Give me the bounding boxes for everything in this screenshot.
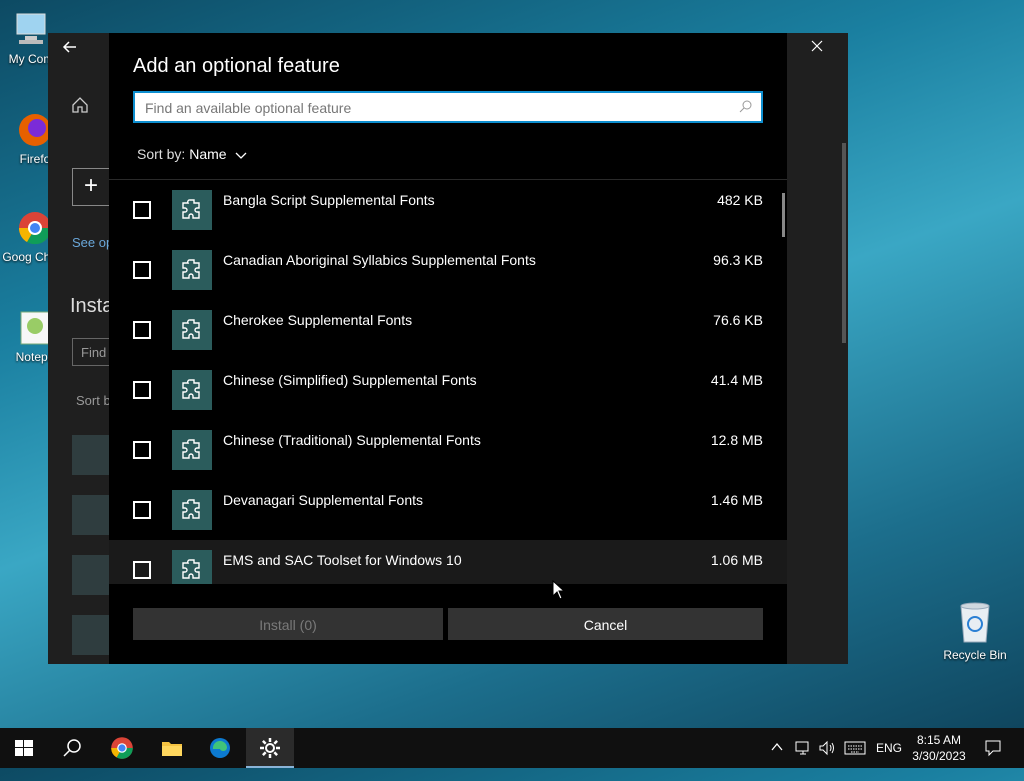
- search-icon[interactable]: [739, 99, 753, 118]
- feature-name: Devanagari Supplemental Fonts: [223, 492, 424, 508]
- feature-checkbox[interactable]: [133, 561, 151, 579]
- feature-size: 1.46 MB: [710, 492, 763, 508]
- puzzle-icon: [172, 250, 212, 290]
- puzzle-icon: [172, 430, 212, 470]
- puzzle-icon: [172, 190, 212, 230]
- taskbar-search-button[interactable]: [48, 728, 96, 768]
- feature-row[interactable]: EMS and SAC Toolset for Windows 10 1.06 …: [109, 540, 787, 584]
- puzzle-icon: [172, 310, 212, 350]
- installed-sort-label[interactable]: Sort b: [76, 393, 111, 408]
- chevron-down-icon: [235, 147, 247, 163]
- feature-row[interactable]: Canadian Aboriginal Syllabics Supplement…: [109, 240, 787, 300]
- keyboard-icon[interactable]: [844, 741, 866, 781]
- feature-row[interactable]: Chinese (Simplified) Supplemental Fonts …: [109, 360, 787, 420]
- edge-icon: [210, 738, 230, 758]
- taskbar-settings[interactable]: [246, 728, 294, 768]
- mouse-cursor-icon: [552, 579, 566, 605]
- feature-name: Canadian Aboriginal Syllabics Supplement…: [223, 252, 536, 268]
- sort-label: Sort by:: [137, 146, 186, 162]
- show-hidden-icons[interactable]: [770, 740, 784, 780]
- feature-row[interactable]: Bangla Script Supplemental Fonts 482 KB: [109, 180, 787, 240]
- recycle-bin-icon: [960, 602, 990, 643]
- home-icon[interactable]: [70, 95, 90, 120]
- gear-icon: [260, 738, 280, 758]
- start-button[interactable]: [0, 728, 48, 768]
- search-icon: [63, 739, 81, 757]
- feature-name: Chinese (Simplified) Supplemental Fonts: [223, 372, 477, 388]
- notification-icon[interactable]: [984, 739, 1002, 779]
- feature-size: 1.06 MB: [710, 552, 763, 568]
- installed-feature-icon: [72, 495, 112, 535]
- clock-time: 8:15 AM: [916, 733, 962, 747]
- feature-name: Cherokee Supplemental Fonts: [223, 312, 413, 328]
- search-box: [133, 91, 763, 123]
- computer-icon: [16, 13, 46, 44]
- dialog-title: Add an optional feature: [133, 55, 340, 77]
- desktop-icon-label: Recycle Bin: [943, 648, 1007, 662]
- chrome-icon: [111, 737, 133, 759]
- sort-dropdown[interactable]: Sort by: Name: [137, 146, 247, 163]
- feature-name: EMS and SAC Toolset for Windows 10: [223, 552, 462, 568]
- feature-name: Bangla Script Supplemental Fonts: [223, 192, 435, 208]
- puzzle-icon: [172, 370, 212, 410]
- taskbar: ENG 8:15 AM 3/30/2023: [0, 728, 1024, 768]
- language-indicator[interactable]: ENG: [876, 741, 902, 781]
- back-arrow-icon[interactable]: [62, 39, 78, 60]
- feature-size: 12.8 MB: [710, 432, 763, 448]
- desktop-icon-recycle-bin[interactable]: Recycle Bin: [940, 600, 1010, 662]
- cancel-button[interactable]: Cancel: [448, 608, 763, 640]
- windows-logo-icon: [15, 740, 33, 756]
- puzzle-icon: [172, 550, 212, 584]
- feature-size: 41.4 MB: [710, 372, 763, 388]
- feature-row[interactable]: Devanagari Supplemental Fonts 1.46 MB: [109, 480, 787, 540]
- see-optional-link[interactable]: See op: [72, 235, 113, 250]
- feature-name: Chinese (Traditional) Supplemental Fonts: [223, 432, 481, 448]
- feature-checkbox[interactable]: [133, 441, 151, 459]
- chevron-up-icon: [771, 742, 783, 751]
- feature-size: 482 KB: [717, 192, 763, 208]
- feature-size: 96.3 KB: [713, 252, 763, 268]
- feature-list: Bangla Script Supplemental Fonts 482 KB …: [109, 180, 787, 584]
- search-input[interactable]: [135, 93, 727, 123]
- taskbar-chrome[interactable]: [98, 728, 146, 768]
- network-icon[interactable]: [794, 740, 812, 780]
- feature-list-scrollbar[interactable]: [782, 193, 785, 237]
- taskbar-edge[interactable]: [196, 728, 244, 768]
- dialog-footer: Install (0) Cancel: [109, 584, 787, 664]
- installed-feature-icon: [72, 435, 112, 475]
- installed-feature-icon: [72, 615, 112, 655]
- volume-icon[interactable]: [818, 740, 836, 780]
- installed-feature-icon: [72, 555, 112, 595]
- add-optional-feature-dialog: Add an optional feature Sort by:Name Ban…: [109, 33, 787, 664]
- installed-features-heading: Insta: [70, 295, 114, 317]
- puzzle-icon: [172, 490, 212, 530]
- feature-checkbox[interactable]: [133, 381, 151, 399]
- clock-date: 3/30/2023: [912, 749, 966, 763]
- taskbar-file-explorer[interactable]: [148, 728, 196, 768]
- folder-icon: [162, 742, 182, 756]
- settings-scrollbar[interactable]: [842, 143, 846, 343]
- install-button[interactable]: Install (0): [133, 608, 443, 640]
- feature-checkbox[interactable]: [133, 201, 151, 219]
- close-icon[interactable]: [810, 39, 824, 58]
- add-feature-button[interactable]: +: [72, 168, 110, 206]
- feature-checkbox[interactable]: [133, 261, 151, 279]
- feature-row[interactable]: Cherokee Supplemental Fonts 76.6 KB: [109, 300, 787, 360]
- feature-row[interactable]: Chinese (Traditional) Supplemental Fonts…: [109, 420, 787, 480]
- sort-value: Name: [189, 146, 227, 162]
- feature-checkbox[interactable]: [133, 501, 151, 519]
- feature-size: 76.6 KB: [713, 312, 763, 328]
- clock[interactable]: 8:15 AM 3/30/2023: [906, 732, 972, 764]
- feature-checkbox[interactable]: [133, 321, 151, 339]
